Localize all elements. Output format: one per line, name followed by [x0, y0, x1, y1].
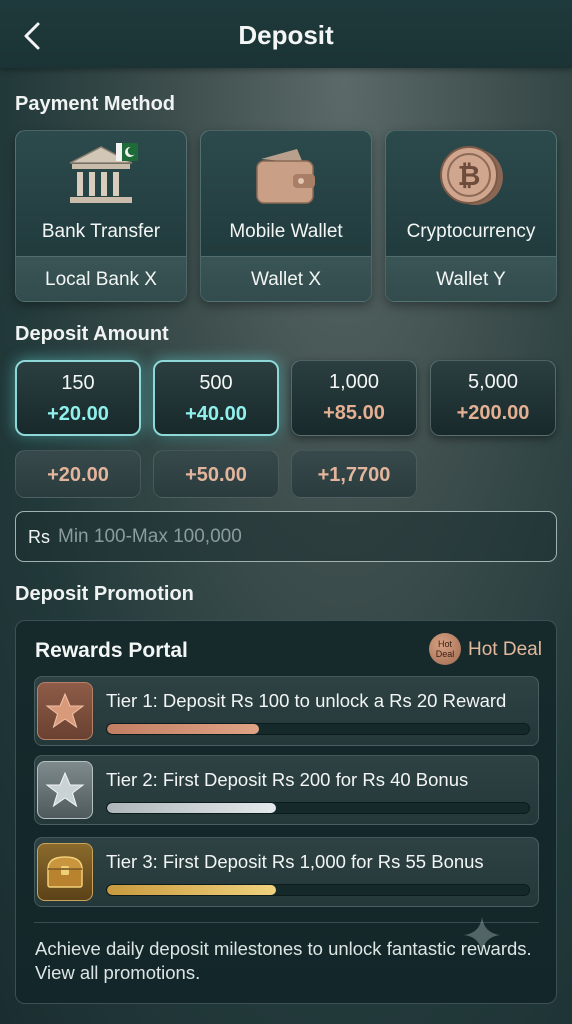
tier-progress-fill [107, 724, 259, 734]
wallet-icon [256, 149, 315, 204]
tier-description: Tier 3: First Deposit Rs 1,000 for Rs 55… [106, 851, 484, 872]
svg-text:₿: ₿ [458, 159, 481, 192]
tier-item-2[interactable]: Tier 2: First Deposit Rs 200 for Rs 40 B… [34, 755, 539, 825]
payment-option-cryptocurrency[interactable]: ₿ Cryptocurrency Wallet Y [385, 130, 557, 302]
amount-option-150[interactable]: 150 +20.00 [15, 360, 141, 436]
amount-value: 500 [199, 372, 233, 394]
amount-bonus: +200.00 [456, 402, 530, 424]
amount-option-1000[interactable]: 1,000 +85.00 [291, 360, 417, 436]
tier-description: Tier 1: Deposit Rs 100 to unlock a Rs 20… [106, 690, 507, 711]
payment-option-top: Bank Transfer [16, 131, 186, 256]
amount-option-5000[interactable]: 5,000 +200.00 [430, 360, 556, 436]
star-silver-icon [37, 761, 93, 819]
amount-value: 150 [61, 372, 95, 394]
tier-description: Tier 2: First Deposit Rs 200 for Rs 40 B… [106, 769, 469, 790]
bonus-chip[interactable]: +50.00 [153, 450, 279, 498]
star-shape [45, 771, 85, 808]
payment-option-top: Mobile Wallet [201, 131, 371, 256]
tier-item-3[interactable]: Tier 3: First Deposit Rs 1,000 for Rs 55… [34, 837, 539, 907]
payment-option-label: Bank Transfer [41, 221, 161, 242]
hot-deal-badge-icon: Hot Deal [429, 633, 461, 665]
amount-input-field[interactable]: Rs [15, 511, 557, 562]
star-bronze-icon [37, 682, 93, 740]
bonus-chip[interactable]: +20.00 [15, 450, 141, 498]
amount-bonus: +40.00 [185, 403, 247, 425]
currency-prefix: Rs [28, 527, 50, 547]
star-shape [45, 692, 85, 729]
payment-option-bank-transfer[interactable]: Bank Transfer Local Bank X [15, 130, 187, 302]
payment-option-account: Wallet X [201, 256, 371, 301]
tier-item-1[interactable]: Tier 1: Deposit Rs 100 to unlock a Rs 20… [34, 676, 539, 746]
treasure-chest-icon [37, 843, 93, 901]
bank-icon [69, 143, 138, 203]
chest-shape [47, 856, 83, 888]
amount-bonus: +85.00 [323, 402, 385, 424]
amount-value: 5,000 [467, 371, 519, 393]
tier-progress-fill [107, 885, 276, 895]
hot-deal-label[interactable]: Hot Deal [468, 639, 542, 661]
payment-option-account: Local Bank X [16, 256, 186, 301]
payment-option-label: Mobile Wallet [229, 221, 343, 242]
payment-option-account: Wallet Y [386, 256, 556, 301]
bonus-chip[interactable]: +1,7700 [291, 450, 417, 498]
payment-option-top: ₿ Cryptocurrency [386, 131, 556, 256]
tier-progress-track [106, 884, 530, 896]
amount-option-500[interactable]: 500 +40.00 [153, 360, 279, 436]
payment-method-title: Payment Method [15, 93, 176, 115]
tier-progress-track [106, 723, 530, 735]
amount-bonus: +20.00 [47, 403, 109, 425]
tier-progress-track [106, 802, 530, 814]
payment-option-mobile-wallet[interactable]: Mobile Wallet Wallet X [200, 130, 372, 302]
amount-value: 1,000 [328, 371, 380, 393]
rewards-portal-panel: Rewards Portal Hot Deal Hot Deal Tier 1:… [15, 620, 557, 1004]
promotion-description[interactable]: Achieve daily deposit milestones to unlo… [35, 937, 535, 985]
payment-option-label: Cryptocurrency [406, 221, 536, 242]
amount-input[interactable] [58, 520, 538, 554]
bitcoin-icon: ₿ [440, 146, 503, 205]
tier-progress-fill [107, 803, 276, 813]
deposit-amount-title: Deposit Amount [15, 323, 169, 345]
deposit-promotion-title: Deposit Promotion [15, 583, 194, 605]
page-title: Deposit [238, 20, 334, 50]
rewards-portal-title: Rewards Portal [35, 639, 188, 662]
header-bar: Deposit [0, 0, 572, 68]
